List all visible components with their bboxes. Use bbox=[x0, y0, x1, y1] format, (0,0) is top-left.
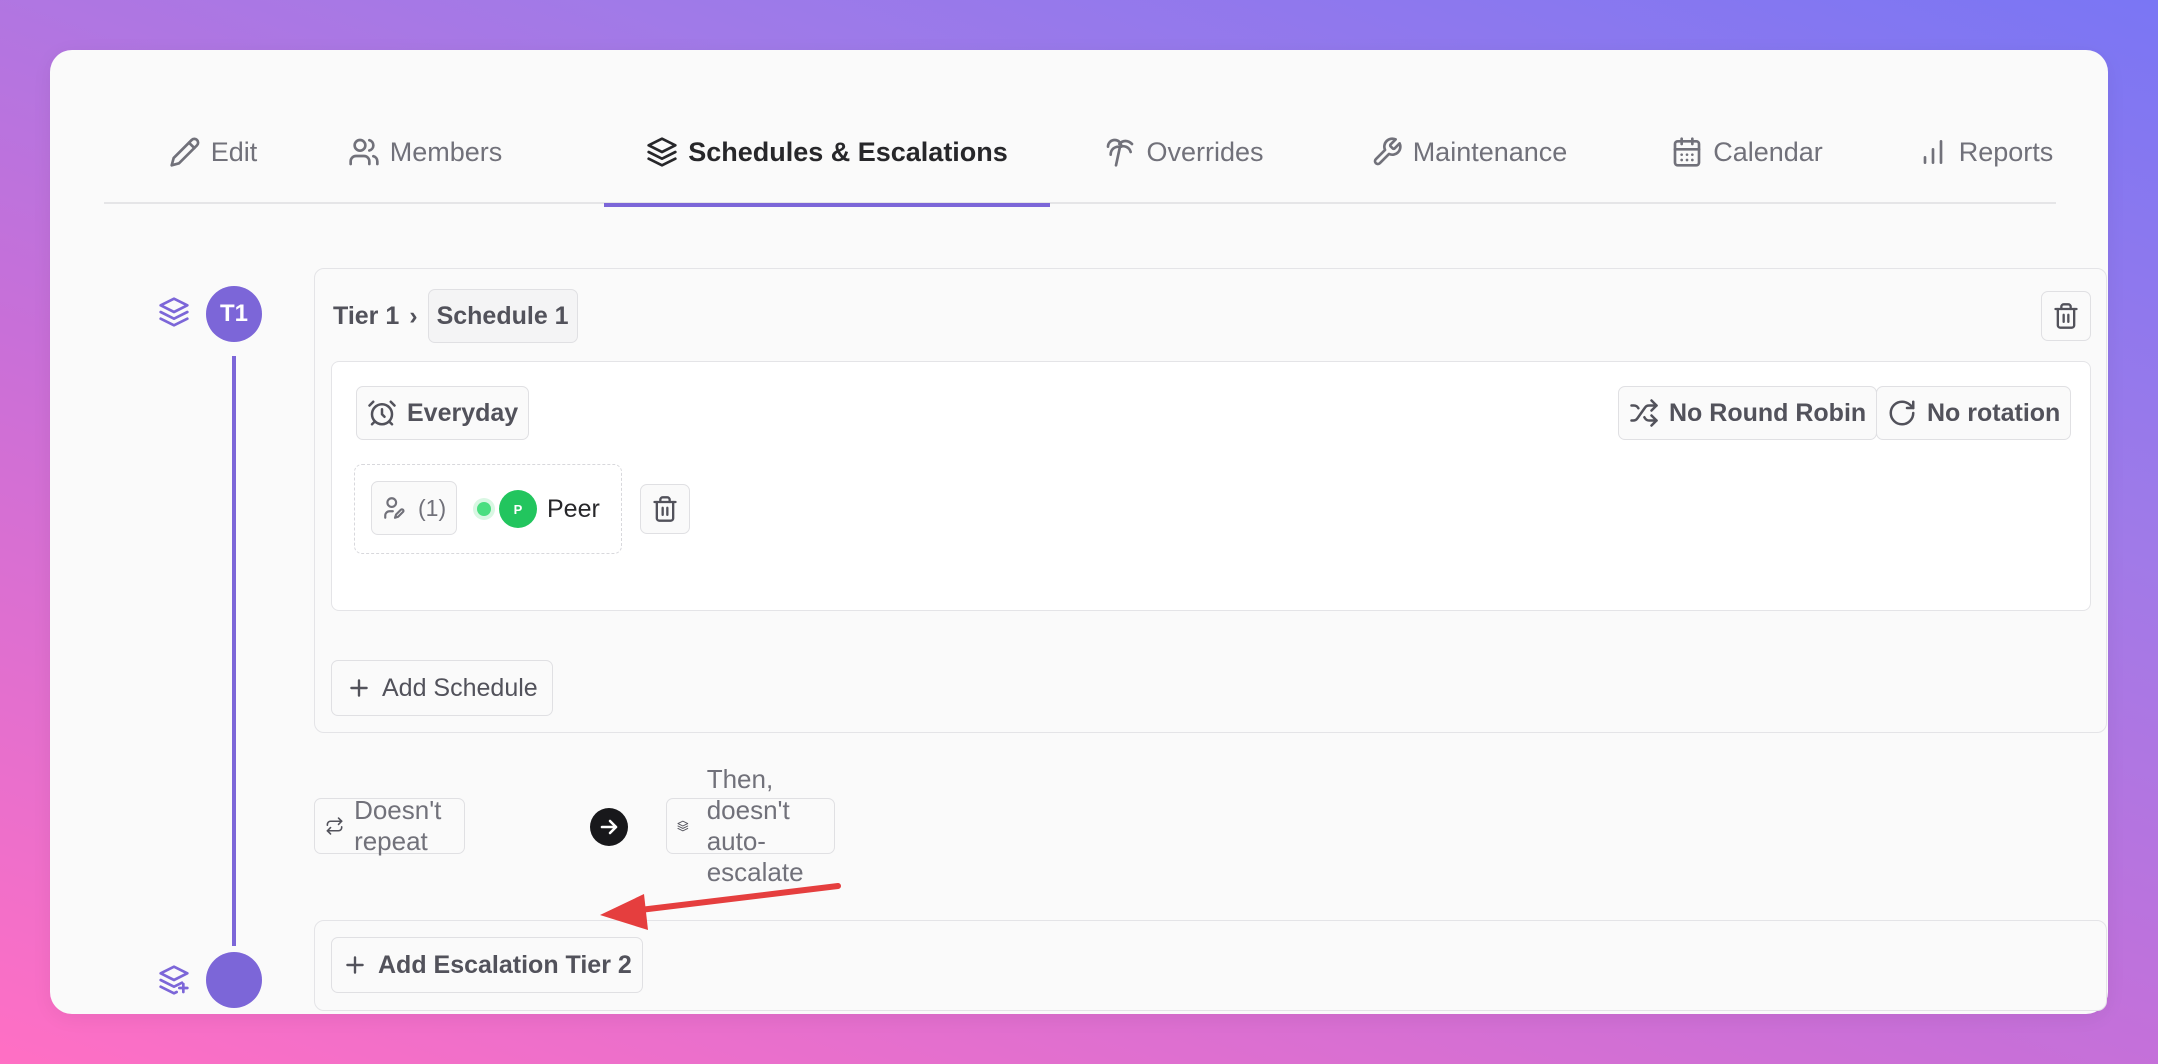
breadcrumb: Tier 1 › Schedule 1 bbox=[333, 289, 578, 343]
schedule-time-button[interactable]: Everyday bbox=[356, 386, 530, 440]
tab-maintenance[interactable]: Maintenance bbox=[1362, 100, 1576, 204]
auto-escalate-label: Then, doesn't auto-escalate bbox=[706, 764, 804, 887]
online-status-dot bbox=[477, 502, 491, 516]
plus-icon bbox=[346, 956, 364, 974]
add-tier-panel: Add Escalation Tier 2 bbox=[314, 920, 2107, 1011]
breadcrumb-tier: Tier 1 bbox=[333, 301, 400, 330]
tab-calendar[interactable]: Calendar bbox=[1664, 100, 1830, 204]
delete-member-group-button[interactable] bbox=[640, 484, 690, 534]
tab-edit[interactable]: Edit bbox=[150, 100, 276, 204]
tab-label: Edit bbox=[210, 136, 258, 167]
rotate-icon bbox=[1889, 400, 1915, 426]
avatar: P bbox=[499, 490, 537, 528]
member-count-button[interactable]: (1) bbox=[371, 481, 458, 535]
trash-icon bbox=[653, 496, 677, 522]
repeat-label: Doesn't repeat bbox=[354, 795, 442, 856]
rotation-button[interactable]: No rotation bbox=[1876, 386, 2072, 440]
tab-overrides[interactable]: Overrides bbox=[1098, 100, 1270, 204]
member-item[interactable]: P Peer bbox=[471, 489, 600, 529]
arrow-right-icon bbox=[590, 808, 628, 846]
wrench-icon bbox=[1373, 137, 1402, 166]
member-name: Peer bbox=[547, 494, 600, 523]
plus-icon bbox=[350, 679, 368, 697]
delete-tier-button[interactable] bbox=[2041, 291, 2091, 341]
schedule-name-button[interactable]: Schedule 1 bbox=[427, 289, 578, 343]
tab-label: Overrides bbox=[1146, 136, 1264, 167]
schedule-card: Everyday No Round Robin No rotation (1) … bbox=[331, 361, 2091, 611]
member-group: (1) P Peer bbox=[354, 464, 622, 554]
tier-1-panel: Tier 1 › Schedule 1 Everyday No Round Ro… bbox=[314, 268, 2107, 733]
rotation-label: No rotation bbox=[1927, 398, 2061, 427]
tab-label: Members bbox=[389, 136, 503, 167]
add-escalation-tier-label: Add Escalation Tier 2 bbox=[378, 950, 632, 979]
tab-label: Schedules & Escalations bbox=[688, 136, 1008, 167]
user-edit-icon bbox=[384, 497, 405, 519]
tab-label: Reports bbox=[1958, 136, 2054, 167]
auto-escalate-button[interactable]: Then, doesn't auto-escalate bbox=[666, 764, 835, 887]
tab-schedules-escalations[interactable]: Schedules & Escalations bbox=[604, 100, 1050, 207]
alarm-clock-icon bbox=[368, 400, 396, 426]
repeat-button[interactable]: Doesn't repeat bbox=[314, 795, 466, 856]
tier-2-badge bbox=[206, 952, 262, 1008]
tab-label: Calendar bbox=[1713, 136, 1823, 167]
main-card: Edit Members Schedules & Escalations Ove… bbox=[50, 50, 2108, 1014]
layers-icon bbox=[158, 296, 190, 328]
round-robin-label: No Round Robin bbox=[1669, 398, 1867, 427]
tab-bar: Edit Members Schedules & Escalations Ove… bbox=[104, 100, 2056, 207]
breadcrumb-separator: › bbox=[409, 301, 418, 330]
trash-icon bbox=[2054, 303, 2078, 329]
shuffle-icon bbox=[1630, 399, 1658, 427]
palm-tree-icon bbox=[1107, 138, 1134, 167]
repeat-icon bbox=[326, 817, 343, 835]
layers-icon bbox=[677, 820, 689, 832]
tab-label: Maintenance bbox=[1412, 136, 1568, 167]
add-schedule-button[interactable]: Add Schedule bbox=[331, 660, 553, 716]
add-escalation-tier-button[interactable]: Add Escalation Tier 2 bbox=[331, 937, 643, 993]
tab-reports[interactable]: Reports bbox=[1914, 100, 2056, 204]
tab-members[interactable]: Members bbox=[340, 100, 510, 204]
pencil-icon bbox=[170, 137, 200, 167]
users-icon bbox=[349, 138, 379, 166]
layers-icon bbox=[647, 137, 677, 167]
timeline-connector bbox=[232, 356, 236, 946]
schedule-time-label: Everyday bbox=[407, 398, 519, 427]
round-robin-button[interactable]: No Round Robin bbox=[1618, 386, 1878, 440]
member-count-label: (1) bbox=[418, 494, 447, 521]
tier-1-badge: T1 bbox=[206, 286, 262, 342]
add-schedule-label: Add Schedule bbox=[382, 673, 538, 702]
calendar-icon bbox=[1673, 137, 1701, 167]
bar-chart-icon bbox=[1923, 140, 1943, 164]
layers-plus-icon bbox=[158, 964, 190, 996]
